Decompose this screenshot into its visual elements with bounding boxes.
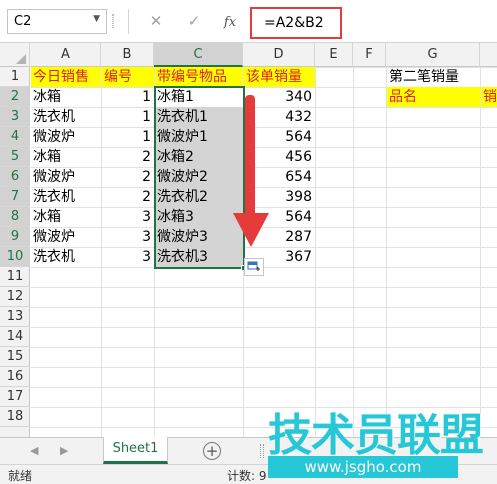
gridline bbox=[480, 67, 481, 437]
cancel-icon[interactable]: ✕ bbox=[142, 9, 170, 34]
side-header-name[interactable]: 品名 bbox=[387, 87, 480, 107]
cell-b[interactable]: 3 bbox=[102, 227, 154, 247]
row-header[interactable]: 6 bbox=[0, 167, 30, 187]
header-cell-item-with-number[interactable]: 带编号物品 bbox=[155, 67, 243, 87]
row-header[interactable]: 18 bbox=[0, 407, 30, 427]
row-header[interactable]: 12 bbox=[0, 287, 30, 307]
gridline bbox=[315, 67, 316, 437]
cell-b[interactable]: 2 bbox=[102, 147, 154, 167]
row-header[interactable]: 7 bbox=[0, 187, 30, 207]
watermark-logo-text: 技术员联盟 bbox=[268, 410, 484, 461]
down-arrow-annotation bbox=[233, 95, 269, 247]
row-header[interactable]: 2 bbox=[0, 87, 30, 107]
row-header[interactable]: 17 bbox=[0, 387, 30, 407]
header-cell-number[interactable]: 编号 bbox=[102, 67, 154, 87]
name-box[interactable]: C2 ▼ bbox=[7, 9, 107, 34]
column-header-h[interactable] bbox=[480, 43, 497, 67]
auto-fill-options-button[interactable] bbox=[244, 258, 264, 276]
insert-function-button[interactable]: fx bbox=[216, 9, 244, 34]
row-headers: 1 2 3 4 5 6 7 8 9 10 11 12 13 14 15 16 1… bbox=[0, 67, 30, 437]
column-header-g[interactable]: G bbox=[386, 43, 480, 67]
row-header[interactable]: 13 bbox=[0, 307, 30, 327]
cell-b[interactable]: 1 bbox=[102, 127, 154, 147]
cell-a[interactable]: 洗衣机 bbox=[31, 107, 101, 127]
watermark-url: www.jsgho.com bbox=[268, 456, 458, 478]
header-cell-quantity[interactable]: 该单销量 bbox=[244, 67, 315, 87]
side-header-sales[interactable]: 销 bbox=[481, 87, 497, 107]
cell-a[interactable]: 微波炉 bbox=[31, 167, 101, 187]
gridline bbox=[353, 67, 354, 437]
row-header[interactable]: 9 bbox=[0, 227, 30, 247]
select-all-triangle-icon bbox=[16, 54, 26, 64]
cell-b[interactable]: 1 bbox=[102, 87, 154, 107]
row-header[interactable]: 4 bbox=[0, 127, 30, 147]
column-header-f[interactable]: F bbox=[353, 43, 386, 67]
row-header[interactable]: 5 bbox=[0, 147, 30, 167]
split-handle[interactable] bbox=[260, 444, 264, 458]
cell-b[interactable]: 1 bbox=[102, 107, 154, 127]
cell-b[interactable]: 2 bbox=[102, 187, 154, 207]
cell-b[interactable]: 3 bbox=[102, 207, 154, 227]
cell-a[interactable]: 微波炉 bbox=[31, 227, 101, 247]
column-header-b[interactable]: B bbox=[101, 43, 154, 67]
row-header[interactable]: 11 bbox=[0, 267, 30, 287]
formula-bar: C2 ▼ ✕ ✓ fx =A2&B2 bbox=[0, 0, 497, 42]
column-header-d[interactable]: D bbox=[243, 43, 315, 67]
divider bbox=[128, 9, 129, 34]
add-sheet-icon[interactable]: + bbox=[203, 442, 221, 460]
cell-a[interactable]: 洗衣机 bbox=[31, 187, 101, 207]
cell-a[interactable]: 冰箱 bbox=[31, 147, 101, 167]
cell-a[interactable]: 冰箱 bbox=[31, 207, 101, 227]
status-count: 计数: 9 bbox=[227, 469, 267, 483]
column-header-c[interactable]: C bbox=[154, 43, 243, 67]
row-header[interactable]: 8 bbox=[0, 207, 30, 227]
header-cell-sales[interactable]: 今日销售 bbox=[31, 67, 101, 87]
side-table-title[interactable]: 第二笔销量 bbox=[387, 67, 480, 87]
auto-fill-options-icon bbox=[247, 261, 260, 271]
cell-a[interactable]: 冰箱 bbox=[31, 87, 101, 107]
chevron-down-icon[interactable]: ▼ bbox=[93, 14, 100, 24]
prev-sheet-icon[interactable]: ◀ bbox=[30, 444, 38, 457]
row-header[interactable]: 10 bbox=[0, 247, 30, 267]
cell-a[interactable]: 微波炉 bbox=[31, 127, 101, 147]
row-header[interactable]: 3 bbox=[0, 107, 30, 127]
formula-input[interactable]: =A2&B2 bbox=[250, 7, 342, 39]
select-all-button[interactable] bbox=[0, 43, 30, 67]
cell-grid[interactable]: 今日销售 编号 带编号物品 该单销量 第二笔销量 品名 销 冰箱 1 冰箱1 3… bbox=[31, 67, 497, 437]
cell-b[interactable]: 2 bbox=[102, 167, 154, 187]
row-header[interactable]: 14 bbox=[0, 327, 30, 347]
drag-handle-icon[interactable] bbox=[112, 14, 114, 28]
cell-a[interactable]: 洗衣机 bbox=[31, 247, 101, 267]
row-header[interactable]: 1 bbox=[0, 67, 30, 87]
row-header[interactable]: 16 bbox=[0, 367, 30, 387]
status-ready: 就绪 bbox=[8, 469, 33, 483]
sheet-tab-sheet1[interactable]: Sheet1 bbox=[103, 437, 168, 464]
next-sheet-icon[interactable]: ▶ bbox=[60, 444, 68, 457]
formula-text: =A2&B2 bbox=[264, 15, 324, 31]
name-box-value: C2 bbox=[14, 14, 32, 29]
row-header[interactable]: 15 bbox=[0, 347, 30, 367]
cell-b[interactable]: 3 bbox=[102, 247, 154, 267]
column-headers: A B C D E F G bbox=[0, 43, 497, 67]
gridline bbox=[386, 67, 387, 437]
enter-icon[interactable]: ✓ bbox=[180, 9, 208, 34]
column-header-a[interactable]: A bbox=[31, 43, 101, 67]
fx-label: fx bbox=[223, 15, 237, 30]
column-header-e[interactable]: E bbox=[315, 43, 353, 67]
